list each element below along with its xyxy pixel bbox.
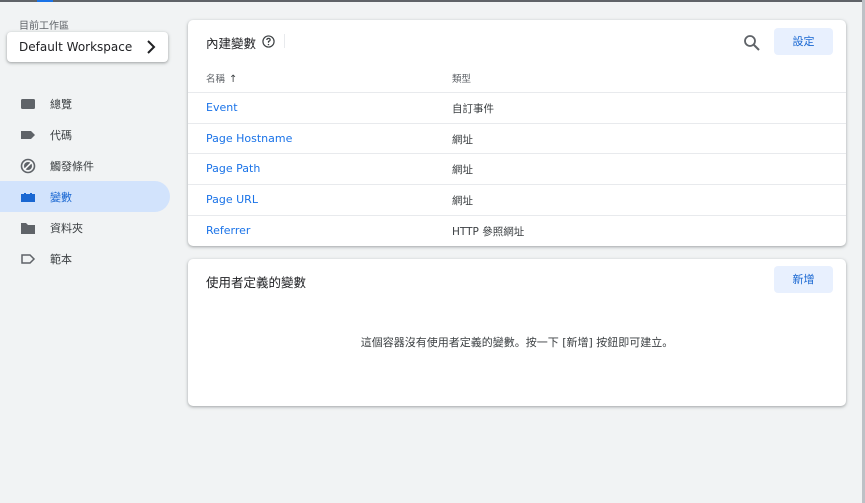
- top-divider: [0, 0, 865, 2]
- folder-icon: [21, 223, 35, 234]
- table-row[interactable]: Page Hostname 網址: [188, 122, 846, 154]
- builtin-variables-table: Event 自訂事件 Page Hostname 網址 Page Path 網址…: [188, 92, 846, 245]
- variable-type: HTTP 參照網址: [452, 225, 525, 238]
- sidebar-item-label: 變數: [50, 191, 72, 204]
- sidebar-item-label: 代碼: [50, 129, 72, 142]
- user-defined-variables-card: 使用者定義的變數 新增 這個容器沒有使用者定義的變數。按一下 [新增] 按鈕即可…: [188, 259, 846, 406]
- sidebar-item-overview[interactable]: 總覽: [0, 88, 170, 119]
- table-row[interactable]: Referrer HTTP 參照網址: [188, 214, 846, 246]
- sidebar-item-label: 資料夾: [50, 222, 83, 235]
- chevron-right-icon: [147, 40, 156, 54]
- sidebar-nav: 總覽 代碼 觸發條件 變數 資料夾 範本: [0, 88, 170, 274]
- help-icon[interactable]: [262, 35, 275, 48]
- variable-type: 網址: [452, 133, 473, 146]
- variable-name-link[interactable]: Referrer: [206, 224, 250, 237]
- variable-name-link[interactable]: Page URL: [206, 193, 258, 206]
- column-header-name-label: 名稱: [206, 74, 226, 85]
- template-icon: [21, 254, 36, 264]
- workspace-label: 目前工作區: [19, 21, 69, 32]
- empty-state-message: 這個容器沒有使用者定義的變數。按一下 [新增] 按鈕即可建立。: [360, 336, 674, 349]
- sidebar-item-label: 觸發條件: [50, 160, 94, 173]
- workspace-selector[interactable]: Default Workspace: [7, 32, 168, 62]
- sidebar-item-triggers[interactable]: 觸發條件: [0, 150, 170, 181]
- column-header-name[interactable]: 名稱 ↑: [206, 71, 237, 85]
- variable-type: 網址: [452, 164, 473, 177]
- builtin-variables-card: 內建變數 設定 名稱 ↑ 類型 Event 自訂事件 Page Hostname …: [188, 20, 846, 246]
- new-variable-button[interactable]: 新增: [774, 266, 833, 293]
- trigger-icon: [20, 158, 36, 174]
- table-row[interactable]: Page URL 網址: [188, 184, 846, 215]
- tag-icon: [21, 131, 35, 139]
- sidebar-item-label: 範本: [50, 253, 72, 266]
- sidebar-item-label: 總覽: [50, 98, 72, 111]
- overview-icon: [21, 99, 35, 109]
- top-tab-indicator: [37, 0, 53, 2]
- column-header-type[interactable]: 類型: [452, 71, 471, 85]
- sidebar-item-templates[interactable]: 範本: [0, 243, 170, 274]
- user-defined-variables-title: 使用者定義的變數: [206, 275, 307, 290]
- variable-name-link[interactable]: Page Hostname: [206, 132, 292, 145]
- builtin-variables-title: 內建變數: [206, 36, 257, 51]
- sidebar-item-tags[interactable]: 代碼: [0, 119, 170, 150]
- variable-name-link[interactable]: Page Path: [206, 162, 260, 175]
- sidebar-item-folders[interactable]: 資料夾: [0, 212, 170, 243]
- table-row[interactable]: Page Path 網址: [188, 153, 846, 184]
- sidebar-item-variables[interactable]: 變數: [0, 181, 170, 212]
- variable-name-link[interactable]: Event: [206, 101, 238, 114]
- table-row[interactable]: Event 自訂事件: [188, 92, 846, 123]
- sort-ascending-icon: ↑: [229, 74, 238, 85]
- workspace-name: Default Workspace: [19, 40, 133, 54]
- search-icon[interactable]: [742, 33, 762, 53]
- variable-type: 自訂事件: [452, 103, 494, 115]
- settings-button[interactable]: 設定: [774, 28, 833, 55]
- variable-type: 網址: [452, 195, 473, 208]
- variables-icon: [21, 193, 35, 202]
- title-divider: [284, 34, 285, 48]
